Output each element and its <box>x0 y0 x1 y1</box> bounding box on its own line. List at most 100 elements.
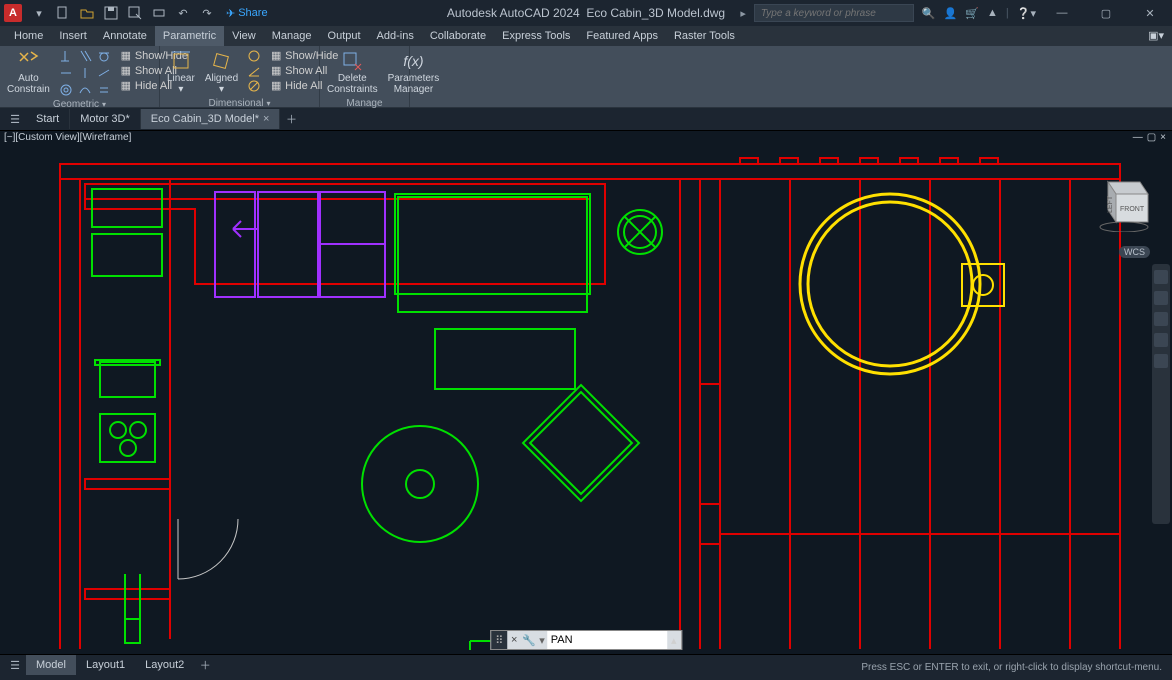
window-title: Autodesk AutoCAD 2024 Eco Cabin_3D Model… <box>447 6 725 20</box>
aligned-dim-button[interactable]: Aligned ▾ <box>202 48 241 97</box>
tab-layout1[interactable]: Layout1 <box>76 655 135 675</box>
ribbon-panel-manage: Delete Constraints f(x) Parameters Manag… <box>320 46 410 107</box>
cmd-customize-icon[interactable]: 🔧 <box>521 634 537 647</box>
geometric-constraint-grid <box>57 48 113 98</box>
ribbon-panel-geometric: Auto Constrain ▦Show/Hide ▦Show All ▦Hid… <box>0 46 160 107</box>
cmd-history-icon[interactable]: ▴ <box>667 634 681 647</box>
delete-constraints-label: Delete Constraints <box>327 73 378 95</box>
gc-concentric-icon[interactable] <box>57 82 75 98</box>
gc-smooth-icon[interactable] <box>76 82 94 98</box>
qat-menu-icon[interactable]: ▾ <box>28 3 50 23</box>
showhide-icon: ▦ <box>120 50 132 62</box>
close-button[interactable]: ✕ <box>1132 0 1168 26</box>
gc-parallel-icon[interactable] <box>76 48 94 64</box>
cmd-drag-handle-icon[interactable]: ⠿ <box>491 631 507 649</box>
linear-dim-button[interactable]: Linear ▾ <box>164 48 198 97</box>
tab-layout2[interactable]: Layout2 <box>135 655 194 675</box>
help-icon[interactable]: ❔▾ <box>1017 7 1036 20</box>
menu-collaborate[interactable]: Collaborate <box>422 26 494 46</box>
gc-perpendicular-icon[interactable] <box>57 48 75 64</box>
nav-wheel-icon[interactable] <box>1154 270 1168 284</box>
menu-featured[interactable]: Featured Apps <box>578 26 666 46</box>
gc-horizontal-icon[interactable] <box>57 65 75 81</box>
filetab-start[interactable]: Start <box>26 109 70 129</box>
drawing-svg <box>0 144 1172 654</box>
delete-constraints-button[interactable]: Delete Constraints <box>324 48 381 97</box>
parameters-manager-button[interactable]: f(x) Parameters Manager <box>385 48 443 97</box>
search-arrow-icon: ▸ <box>740 7 746 20</box>
menu-insert[interactable]: Insert <box>51 26 95 46</box>
ribbon-panel-dimensional: Linear ▾ Aligned ▾ ▦Show/Hide ▦Show All … <box>160 46 320 107</box>
app-logo[interactable]: A <box>4 4 22 22</box>
undo-icon[interactable]: ↶ <box>172 3 194 23</box>
tab-model[interactable]: Model <box>26 655 76 675</box>
cmd-close-icon[interactable]: × <box>507 634 521 646</box>
maximize-button[interactable]: ▢ <box>1088 0 1124 26</box>
gc-vertical-icon[interactable] <box>76 65 94 81</box>
view-cube[interactable]: LEFT FRONT <box>1090 172 1150 232</box>
menu-parametric[interactable]: Parametric <box>155 26 224 46</box>
dim-hideall-label: Hide All <box>285 80 322 92</box>
share-button[interactable]: ✈Share <box>226 7 268 20</box>
hideall-icon: ▦ <box>270 80 282 92</box>
nav-orbit-icon[interactable] <box>1154 333 1168 347</box>
gc-equal-icon[interactable] <box>95 82 113 98</box>
menu-output[interactable]: Output <box>320 26 369 46</box>
layout-menu-icon[interactable]: ☰ <box>4 654 26 676</box>
auto-constrain-label: Auto Constrain <box>7 73 50 95</box>
autodesk-app-icon[interactable]: ▲ <box>987 7 998 19</box>
drawing-canvas[interactable]: LEFT FRONT WCS ⠿ × 🔧 ▾ ▴ <box>0 144 1172 654</box>
quick-access-toolbar: ▾ ↶ ↷ ✈Share <box>28 3 268 23</box>
gc-collinear-icon[interactable] <box>95 65 113 81</box>
menu-view[interactable]: View <box>224 26 264 46</box>
viewport-controls[interactable]: [−][Custom View][Wireframe] <box>4 132 131 143</box>
open-icon[interactable] <box>76 3 98 23</box>
nav-pan-icon[interactable] <box>1154 291 1168 305</box>
menu-addins[interactable]: Add-ins <box>369 26 422 46</box>
close-tab-icon[interactable]: × <box>263 113 269 125</box>
share-label: Share <box>238 7 267 19</box>
signin-icon[interactable]: 👤 <box>944 7 958 20</box>
dim-angular-icon[interactable] <box>245 63 263 78</box>
minimize-button[interactable]: — <box>1044 0 1080 26</box>
vp-close-icon[interactable]: × <box>1160 132 1166 143</box>
status-hint: Press ESC or ENTER to exit, or right-cli… <box>861 662 1162 673</box>
wcs-badge[interactable]: WCS <box>1119 246 1150 258</box>
app-menu-icon[interactable]: ☰ <box>4 108 26 130</box>
chevron-down-icon: ▾ <box>102 100 106 109</box>
menu-raster[interactable]: Raster Tools <box>666 26 743 46</box>
menu-express[interactable]: Express Tools <box>494 26 578 46</box>
save-icon[interactable] <box>100 3 122 23</box>
plot-icon[interactable] <box>148 3 170 23</box>
nav-zoom-icon[interactable] <box>1154 312 1168 326</box>
menu-annotate[interactable]: Annotate <box>95 26 155 46</box>
filetab-motor3d[interactable]: Motor 3D* <box>70 109 141 129</box>
file-tabs: ☰ Start Motor 3D* Eco Cabin_3D Model*× ＋ <box>0 108 1172 130</box>
command-input[interactable] <box>547 631 667 649</box>
auto-constrain-button[interactable]: Auto Constrain <box>4 48 53 97</box>
fx-icon: f(x) <box>401 50 425 72</box>
filetab-ecocabin[interactable]: Eco Cabin_3D Model*× <box>141 109 281 129</box>
search-input[interactable] <box>754 4 914 22</box>
search-icon[interactable]: 🔍 <box>922 7 936 20</box>
gc-tangent-icon[interactable] <box>95 48 113 64</box>
dim-diameter-icon[interactable] <box>245 78 263 93</box>
showhide-icon: ▦ <box>270 50 282 62</box>
exchange-icon[interactable]: 🛒 <box>965 7 979 20</box>
navigation-bar <box>1152 264 1170 524</box>
vp-minimize-icon[interactable]: — <box>1133 132 1143 143</box>
new-tab-button[interactable]: ＋ <box>280 111 302 127</box>
redo-icon[interactable]: ↷ <box>196 3 218 23</box>
new-icon[interactable] <box>52 3 74 23</box>
dim-radial-icon[interactable] <box>245 48 263 63</box>
nav-showmotion-icon[interactable] <box>1154 354 1168 368</box>
menu-manage[interactable]: Manage <box>264 26 320 46</box>
menu-home[interactable]: Home <box>6 26 51 46</box>
saveas-icon[interactable] <box>124 3 146 23</box>
linear-dim-icon <box>169 50 193 72</box>
new-layout-button[interactable]: ＋ <box>194 657 216 673</box>
vp-restore-icon[interactable]: ▢ <box>1147 132 1156 143</box>
menu-overflow-icon[interactable]: ▣▾ <box>1140 26 1172 46</box>
panel-label-manage: Manage <box>324 97 405 111</box>
cube-left-label: LEFT <box>1107 195 1114 213</box>
